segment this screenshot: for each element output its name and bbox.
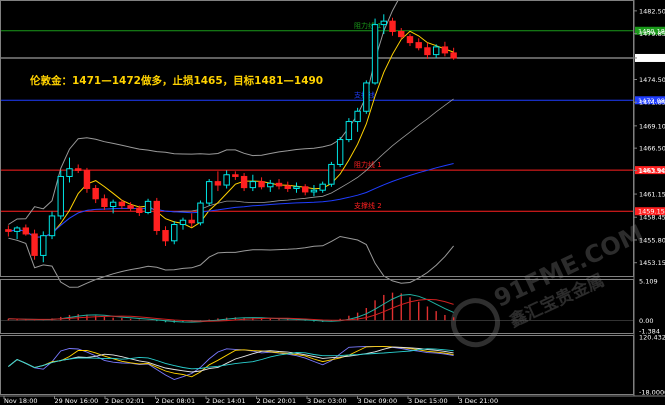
price-tick-label: 1463.90 xyxy=(639,167,665,175)
candle-body xyxy=(424,47,431,56)
price-tick-label: 1482.50 xyxy=(639,7,665,15)
candle-body xyxy=(284,185,291,189)
candle-body xyxy=(328,163,335,185)
time-tick-label: 3 Dec 15:00 xyxy=(408,397,448,405)
time-tick-label: Nov 18:00 xyxy=(4,397,37,405)
price-tick-label: 1479.85 xyxy=(639,30,665,38)
candle-body xyxy=(319,183,326,191)
time-tick-label: 2 Dec 08:01 xyxy=(156,397,196,405)
time-tick-label: 3 Dec 09:00 xyxy=(358,397,398,405)
price-tick-label: 1453.15 xyxy=(639,259,665,267)
candle-body xyxy=(371,24,379,84)
oscillator-tick-label: -18.0000 xyxy=(639,389,665,397)
time-tick-label: 2 Dec 02:01 xyxy=(105,397,145,405)
candle-body xyxy=(57,175,64,217)
candle-body xyxy=(179,219,187,226)
candle-body xyxy=(144,200,152,214)
trade-annotation: 伦敦金：1471—1472做多，止损1465，目标1481—1490 xyxy=(29,74,323,87)
time-tick-label: 2 Dec 20:01 xyxy=(257,397,297,405)
candle-body xyxy=(109,201,117,207)
price-tick-label: 1471.85 xyxy=(639,99,665,107)
macd-tick-label: 5.109 xyxy=(639,278,658,286)
chart-root: 91FME.COM 鑫汇宝贵金属 阻力线 1支撑线阻力线 1支撑线 21480.… xyxy=(0,0,665,405)
candle-body xyxy=(223,174,230,186)
price-tick-label: 1469.10 xyxy=(639,122,665,130)
candle-body xyxy=(66,168,73,177)
candle-body xyxy=(389,20,396,32)
candle-body xyxy=(197,202,204,224)
candle-body xyxy=(240,175,248,189)
candle-body xyxy=(48,215,56,237)
time-tick-label: 3 Dec 21:00 xyxy=(459,397,499,405)
candle-body xyxy=(275,182,283,187)
candle-body xyxy=(136,207,143,214)
time-tick-label: 3 Dec 03:00 xyxy=(307,397,347,405)
candle-body xyxy=(205,181,213,204)
candle-body xyxy=(380,20,387,26)
candle-body xyxy=(293,186,300,189)
candle-body xyxy=(83,169,91,189)
candle-body xyxy=(450,52,457,59)
candle-body xyxy=(40,235,47,256)
candle-body xyxy=(232,174,239,177)
candle-body xyxy=(101,198,108,207)
candle-body xyxy=(171,224,178,242)
price-tick-label: 1458.45 xyxy=(639,214,665,222)
price-tick-label: 1474.50 xyxy=(639,76,665,84)
candle-body xyxy=(127,205,134,209)
chart-svg: 91FME.COM 鑫汇宝贵金属 阻力线 1支撑线阻力线 1支撑线 21480.… xyxy=(0,0,665,405)
macd-tick-label: 0.00 xyxy=(639,317,653,325)
time-tick-label: 29 Nov 16:00 xyxy=(55,397,99,405)
candle-body xyxy=(302,186,309,193)
level-label-3: 阻力线 1 xyxy=(354,160,382,169)
candle-body xyxy=(345,121,353,141)
candle-body xyxy=(162,230,169,242)
level-label-4: 支撑线 2 xyxy=(354,201,382,210)
candle-body xyxy=(249,181,257,189)
price-tick-label: 1455.80 xyxy=(639,236,665,244)
candle-body xyxy=(354,110,361,123)
candle-body xyxy=(258,181,265,188)
time-tick-label: 2 Dec 14:01 xyxy=(206,397,246,405)
candle-body xyxy=(22,227,30,235)
candle-body xyxy=(432,46,440,56)
candle-body xyxy=(415,42,422,49)
candle-body xyxy=(188,219,195,224)
candle-body xyxy=(406,36,414,44)
price-tick-label: 1461.15 xyxy=(639,191,665,199)
price-tick-label: 1477.01 xyxy=(639,54,665,62)
price-tick-label: 1466.50 xyxy=(639,145,665,153)
candle-body xyxy=(92,187,99,200)
candle-body xyxy=(214,181,222,186)
chart-background xyxy=(0,0,665,405)
candle-body xyxy=(267,182,274,188)
candle-body xyxy=(363,82,370,112)
candle-body xyxy=(75,168,82,171)
candle-body xyxy=(310,189,318,193)
candle-body xyxy=(31,233,38,256)
oscillator-tick-label: 120.4321 xyxy=(639,334,665,342)
candle-body xyxy=(441,46,449,54)
candle-body xyxy=(336,139,344,165)
candle-body xyxy=(5,229,12,232)
candle-body xyxy=(118,201,126,207)
candle-body xyxy=(13,227,21,232)
candle-body xyxy=(398,30,405,38)
candle-body xyxy=(153,200,160,232)
